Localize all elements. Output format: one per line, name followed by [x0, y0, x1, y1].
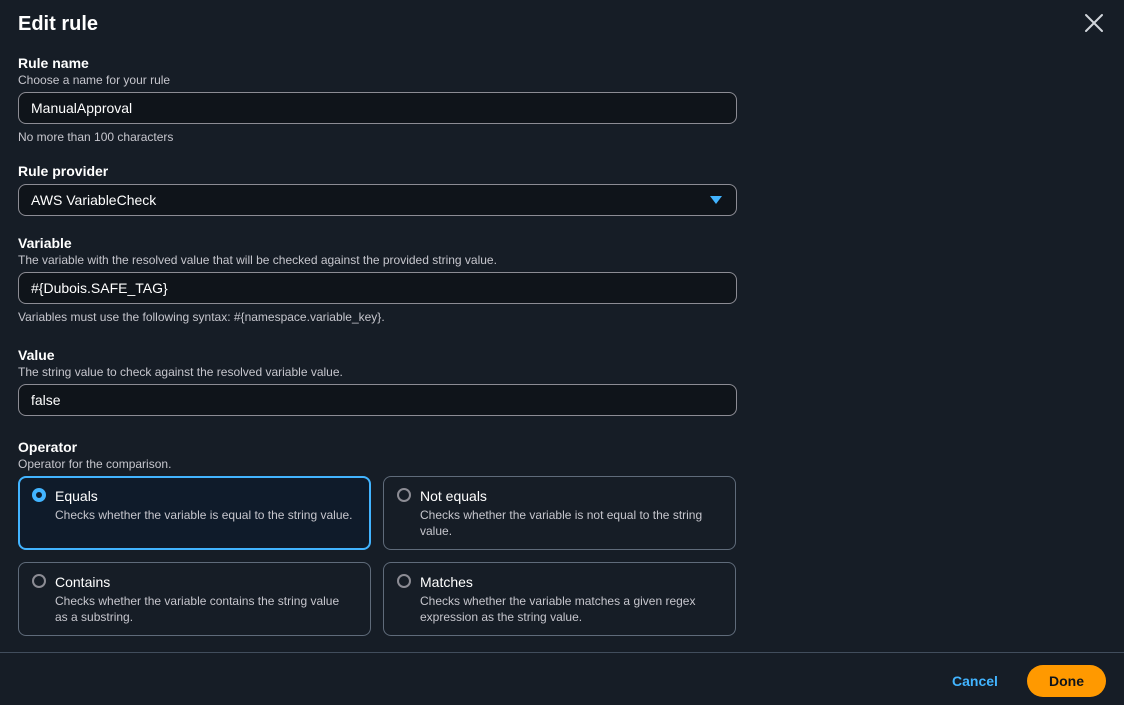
operator-field: Operator Operator for the comparison. [18, 438, 737, 472]
variable-input[interactable] [18, 272, 737, 304]
radio-unselected-icon[interactable] [397, 574, 411, 588]
operator-tile-description: Checks whether the variable contains the… [55, 594, 340, 624]
rule-provider-field: Rule provider AWS VariableCheck [18, 162, 737, 216]
variable-constraint: Variables must use the following syntax:… [18, 310, 385, 324]
operator-tile-matches[interactable]: Matches Checks whether the variable matc… [383, 562, 736, 636]
modal-title: Edit rule [18, 13, 99, 35]
variable-label: Variable [18, 235, 72, 251]
rule-provider-selected-value: AWS VariableCheck [31, 192, 157, 208]
operator-tile-title: Matches [420, 574, 473, 590]
rule-name-input[interactable] [18, 92, 737, 124]
rule-name-constraint: No more than 100 characters [18, 130, 174, 144]
rule-name-field: Rule name Choose a name for your rule No… [18, 54, 737, 145]
done-button[interactable]: Done [1027, 665, 1106, 697]
close-button[interactable] [1082, 11, 1106, 35]
operator-tile-equals[interactable]: Equals Checks whether the variable is eq… [18, 476, 371, 550]
operator-tile-title: Contains [55, 574, 111, 590]
operator-tile-not-equals[interactable]: Not equals Checks whether the variable i… [383, 476, 736, 550]
variable-description: The variable with the resolved value tha… [18, 253, 497, 267]
value-description: The string value to check against the re… [18, 365, 343, 379]
radio-unselected-icon[interactable] [397, 488, 411, 502]
rule-provider-select[interactable]: AWS VariableCheck [18, 184, 737, 216]
caret-down-icon [710, 196, 722, 204]
radio-unselected-icon[interactable] [32, 574, 46, 588]
operator-label: Operator [18, 439, 78, 455]
cancel-button[interactable]: Cancel [940, 665, 1010, 697]
operator-tile-description: Checks whether the variable is not equal… [420, 508, 703, 538]
value-field: Value The string value to check against … [18, 346, 737, 416]
rule-name-label: Rule name [18, 55, 89, 71]
rule-provider-label: Rule provider [18, 163, 109, 179]
operator-tile-title: Not equals [420, 488, 487, 504]
variable-field: Variable The variable with the resolved … [18, 234, 737, 325]
operator-tile-title: Equals [55, 488, 98, 504]
footer-divider [0, 652, 1124, 653]
value-input[interactable] [18, 384, 737, 416]
operator-tiles: Equals Checks whether the variable is eq… [18, 476, 737, 636]
operator-tile-description: Checks whether the variable matches a gi… [420, 594, 696, 624]
radio-selected-icon[interactable] [32, 488, 46, 502]
close-icon [1085, 14, 1103, 32]
operator-tile-contains[interactable]: Contains Checks whether the variable con… [18, 562, 371, 636]
value-label: Value [18, 347, 55, 363]
rule-name-description: Choose a name for your rule [18, 73, 171, 87]
operator-description: Operator for the comparison. [18, 457, 172, 471]
operator-tile-description: Checks whether the variable is equal to … [55, 508, 353, 522]
